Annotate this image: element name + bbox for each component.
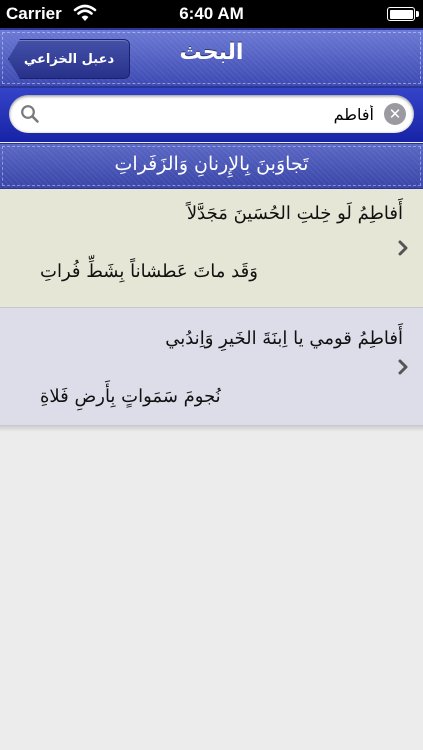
section-header: تَجاوَبنَ بِالإِرنانِ وَالزَفَراتِ (0, 143, 423, 189)
search-icon (21, 105, 39, 123)
status-time: 6:40 AM (179, 4, 244, 23)
battery-icon (387, 7, 419, 21)
search-bar: ✕ (0, 88, 423, 142)
verse-line-first: أَفاطِمُ لَو خِلتِ الحُسَينَ مَجَدَّلاً (186, 203, 403, 224)
chevron-right-icon (398, 240, 408, 256)
status-bar: Carrier 6:40 AM (0, 0, 423, 28)
table-bottom-shadow (0, 426, 423, 432)
clear-search-button[interactable]: ✕ (384, 103, 406, 125)
page-title: البحث (179, 40, 244, 65)
result-row[interactable]: أَفاطِمُ لَو خِلتِ الحُسَينَ مَجَدَّلاً … (0, 189, 423, 308)
verse-line-second: نُجومَ سَمَواتٍ بِأَرضِ فَلاةِ (40, 386, 221, 407)
back-button[interactable]: دعبل الخزاعي (8, 39, 130, 79)
verse-line-second: وَقَد ماتَ عَطشاناً بِشَطِّ فُراتِ (40, 261, 258, 282)
search-field[interactable]: ✕ (9, 95, 414, 133)
search-input[interactable] (49, 95, 374, 133)
verse-line-first: أَفاطِمُ قومي يا اِبنَةَ الخَيرِ وَاِندُ… (165, 328, 403, 349)
result-row[interactable]: أَفاطِمُ قومي يا اِبنَةَ الخَيرِ وَاِندُ… (0, 308, 423, 426)
navigation-bar: دعبل الخزاعي البحث (0, 28, 423, 88)
section-title: تَجاوَبنَ بِالإِرنانِ وَالزَفَراتِ (114, 153, 309, 175)
chevron-right-icon (398, 359, 408, 375)
